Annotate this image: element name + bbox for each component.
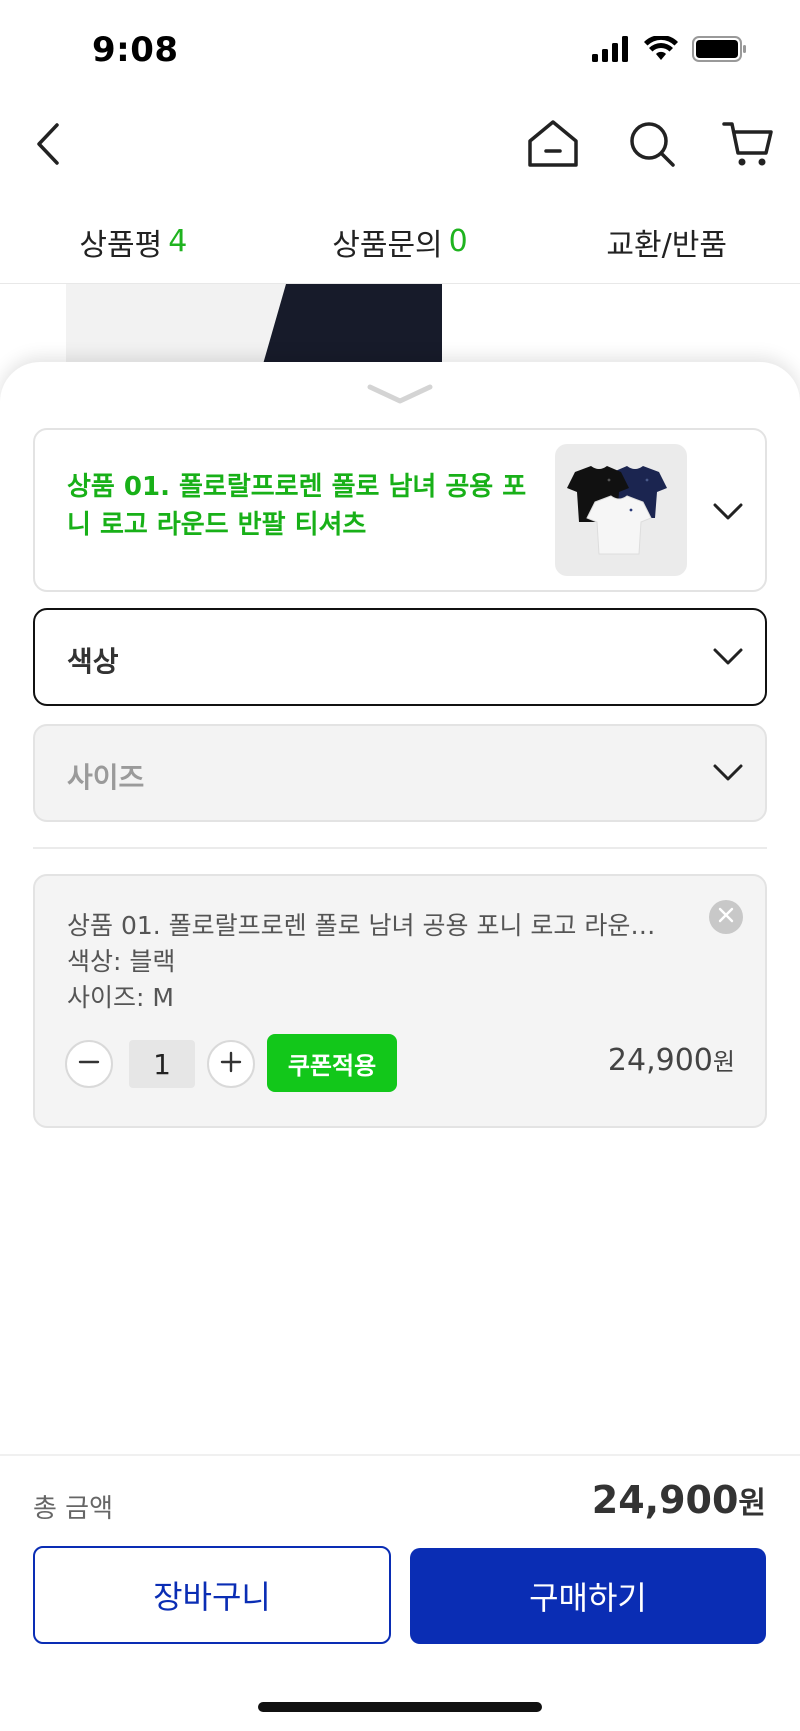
size-select[interactable]: 사이즈 xyxy=(33,724,767,822)
battery-icon xyxy=(692,36,748,66)
apply-coupon-button[interactable]: 쿠폰적용 xyxy=(267,1034,397,1092)
product-image-dark-part xyxy=(251,284,442,374)
tab-exchange-return-label: 교환/반품 xyxy=(606,227,727,263)
total-amount-value: 24,900원 xyxy=(592,1478,766,1522)
quantity-increase-button[interactable] xyxy=(207,1040,255,1088)
sheet-collapse-handle[interactable] xyxy=(366,382,434,406)
quantity-decrease-button[interactable] xyxy=(65,1040,113,1088)
close-icon xyxy=(718,907,734,927)
product-selector[interactable]: 상품 01. 폴로랄프로렌 폴로 남녀 공용 포니 로고 라운드 반팔 티셔츠 xyxy=(33,428,767,592)
buy-now-button[interactable]: 구매하기 xyxy=(410,1548,766,1644)
status-time: 9:08 xyxy=(92,30,179,70)
wifi-icon xyxy=(644,34,678,66)
product-image-background xyxy=(66,284,442,374)
color-select[interactable]: 색상 xyxy=(33,608,767,706)
selected-item-price-currency: 원 xyxy=(712,1048,735,1076)
status-bar: 9:08 xyxy=(0,0,800,104)
chevron-down-icon xyxy=(711,640,745,674)
option-bottom-sheet: 상품 01. 폴로랄프로렌 폴로 남녀 공용 포니 로고 라운드 반팔 티셔츠 xyxy=(0,362,800,1731)
add-to-cart-button[interactable]: 장바구니 xyxy=(33,1546,391,1644)
selected-item-price: 24,900원 xyxy=(608,1042,735,1078)
footer-divider xyxy=(0,1454,800,1456)
signal-icon xyxy=(592,36,630,66)
tshirt-thumbnail-image xyxy=(567,466,667,555)
divider xyxy=(33,847,767,849)
tab-exchange-return[interactable]: 교환/반품 xyxy=(533,200,800,283)
minus-icon xyxy=(77,1050,101,1078)
chevron-down-icon xyxy=(711,756,745,790)
size-select-label: 사이즈 xyxy=(67,761,145,794)
selected-item-name: 상품 01. 폴로랄프로렌 폴로 남녀 공용 포니 로고 라운드 반팔 티셔츠 xyxy=(67,911,667,940)
product-title: 상품 01. 폴로랄프로렌 폴로 남녀 공용 포니 로고 라운드 반팔 티셔츠 xyxy=(67,472,527,540)
chevron-down-icon xyxy=(711,495,745,529)
total-amount-label: 총 금액 xyxy=(33,1494,114,1524)
chevron-left-icon xyxy=(33,122,63,170)
tab-questions[interactable]: 상품문의 0 xyxy=(267,200,534,283)
top-navigation xyxy=(0,104,800,188)
cart-icon xyxy=(722,119,774,173)
info-tabs: 상품평 4 상품문의 0 교환/반품 xyxy=(0,200,800,284)
status-icons xyxy=(592,34,748,66)
color-select-label: 색상 xyxy=(67,645,119,678)
home-button[interactable] xyxy=(525,118,581,174)
tab-questions-count: 0 xyxy=(448,224,468,259)
total-amount-number: 24,900 xyxy=(591,1478,739,1522)
back-button[interactable] xyxy=(20,118,76,174)
plus-icon xyxy=(219,1050,243,1078)
home-icon xyxy=(526,119,580,173)
selected-item-size: 사이즈: M xyxy=(67,983,174,1012)
total-amount-currency: 원 xyxy=(738,1486,766,1521)
tab-reviews[interactable]: 상품평 4 xyxy=(0,200,267,283)
home-indicator[interactable] xyxy=(258,1702,542,1712)
chevron-down-icon xyxy=(366,384,434,410)
quantity-value[interactable]: 1 xyxy=(129,1040,195,1088)
product-option-screen: 9:08 상품평 4 상품문의 0 교환/반품 상품 01. 폴로랄프로렌 폴로… xyxy=(0,0,800,1731)
search-icon xyxy=(627,119,677,173)
product-thumbnail xyxy=(555,444,687,576)
selected-item-color: 색상: 블랙 xyxy=(67,947,176,976)
tab-questions-label: 상품문의 xyxy=(332,227,443,263)
tab-reviews-count: 4 xyxy=(168,224,188,259)
cart-button[interactable] xyxy=(720,118,776,174)
selected-item: 상품 01. 폴로랄프로렌 폴로 남녀 공용 포니 로고 라운드 반팔 티셔츠 … xyxy=(33,874,767,1128)
remove-item-button[interactable] xyxy=(709,900,743,934)
tab-reviews-label: 상품평 xyxy=(79,227,163,263)
search-button[interactable] xyxy=(624,118,680,174)
selected-item-price-value: 24,900 xyxy=(607,1043,713,1078)
